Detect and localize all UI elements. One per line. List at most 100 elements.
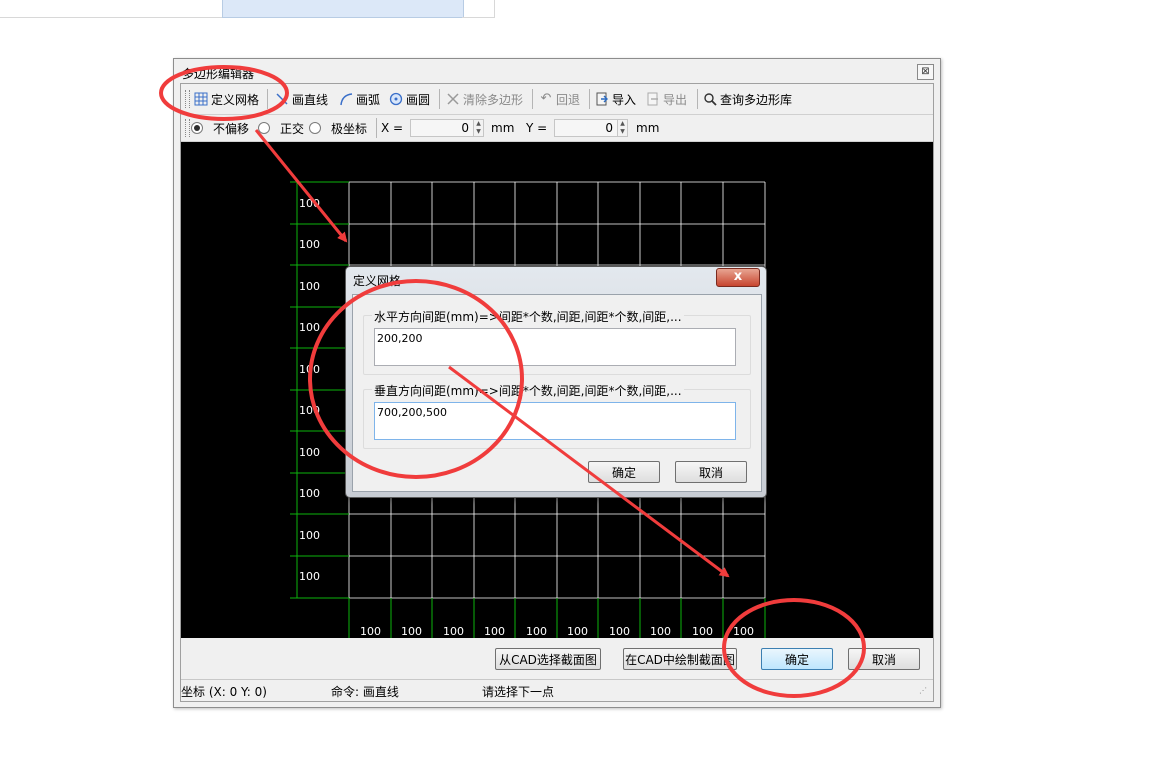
arc-icon: [339, 92, 353, 106]
options-toolbar: 不偏移 正交 极坐标 X = 0 ▲ ▼ mm Y = 0 ▲ ▼ mm: [181, 115, 933, 142]
row-dimension-label: 100: [299, 446, 320, 459]
y-unit: mm: [636, 121, 660, 135]
column-dimension-label: 100: [567, 625, 588, 638]
background-app-cell: [0, 0, 222, 18]
row-dimension-label: 100: [299, 529, 320, 542]
dialog-body: 水平方向间距(mm)=>间距*个数,间距,间距*个数,间距,... 200,20…: [352, 294, 762, 492]
horizontal-spacing-label: 水平方向间距(mm)=>间距*个数,间距,间距*个数,间距,...: [372, 308, 684, 325]
import-button[interactable]: 导入: [595, 89, 636, 109]
window-title: 多边形编辑器: [182, 67, 255, 81]
polar-radio[interactable]: 极坐标: [309, 118, 367, 138]
dialog-ok-button[interactable]: 确定: [588, 461, 660, 483]
y-label: Y =: [526, 121, 548, 135]
column-dimension-label: 100: [733, 625, 754, 638]
vertical-spacing-label: 垂直方向间距(mm)=>间距*个数,间距,间距*个数,间距,...: [372, 382, 684, 399]
undo-button[interactable]: ↶ 回退: [539, 89, 580, 109]
export-button[interactable]: 导出: [646, 89, 687, 109]
draw-in-cad-button[interactable]: 在CAD中绘制截面图: [623, 648, 737, 670]
status-prompt: 请选择下一点: [482, 685, 555, 699]
no-offset-label: 不偏移: [213, 121, 250, 136]
row-dimension-label: 100: [299, 487, 320, 500]
toolbar-separator: [532, 89, 533, 109]
row-dimension-label: 100: [299, 570, 320, 583]
status-bar: 坐标 (X: 0 Y: 0) 命令: 画直线 请选择下一点 ⋰: [181, 679, 933, 702]
draw-line-button[interactable]: 画直线: [275, 89, 328, 109]
vertical-spacing-group: 垂直方向间距(mm)=>间距*个数,间距,间距*个数,间距,... 700,20…: [363, 382, 751, 449]
query-polygon-library-button[interactable]: 查询多边形库: [703, 89, 792, 109]
dialog-title: 定义网格: [353, 274, 402, 288]
no-offset-radio[interactable]: 不偏移: [191, 118, 249, 138]
toolbar-separator: [439, 89, 440, 109]
column-dimension-label: 100: [650, 625, 671, 638]
toolbar-separator: [589, 89, 590, 109]
orthogonal-label: 正交: [280, 121, 305, 136]
orthogonal-radio[interactable]: 正交: [258, 118, 304, 138]
circle-icon: [389, 92, 403, 106]
import-icon: [595, 92, 609, 106]
row-dimension-label: 100: [299, 238, 320, 251]
define-grid-label: 定义网格: [211, 92, 260, 107]
toolbar-grip[interactable]: [185, 119, 190, 137]
column-dimension-label: 100: [360, 625, 381, 638]
x-spin-buttons[interactable]: ▲ ▼: [473, 119, 484, 137]
horizontal-spacing-group: 水平方向间距(mm)=>间距*个数,间距,间距*个数,间距,... 200,20…: [363, 308, 751, 375]
y-spin-buttons[interactable]: ▲ ▼: [617, 119, 628, 137]
ok-button[interactable]: 确定: [761, 648, 833, 670]
toolbar-separator: [376, 118, 377, 138]
row-dimension-label: 100: [299, 321, 320, 334]
column-dimension-label: 100: [401, 625, 422, 638]
select-from-cad-button[interactable]: 从CAD选择截面图: [495, 648, 601, 670]
close-icon[interactable]: ⊠: [917, 64, 934, 80]
clear-polygon-label: 清除多边形: [463, 92, 524, 107]
column-dimension-label: 100: [443, 625, 464, 638]
background-app-selected-cell: [222, 0, 464, 18]
draw-arc-button[interactable]: 画弧: [339, 89, 380, 109]
line-icon: [275, 92, 289, 106]
query-polygon-library-label: 查询多边形库: [720, 92, 793, 107]
dialog-close-icon[interactable]: x: [716, 268, 760, 287]
magnifier-icon: [703, 92, 717, 106]
draw-circle-label: 画圆: [406, 92, 431, 107]
undo-icon: ↶: [540, 91, 552, 106]
bottom-button-bar: 从CAD选择截面图 在CAD中绘制截面图 确定 取消: [181, 639, 933, 677]
status-command: 命令: 画直线: [331, 685, 399, 699]
column-dimension-label: 100: [484, 625, 505, 638]
resize-grip-icon[interactable]: ⋰: [919, 686, 927, 695]
y-input[interactable]: 0: [554, 119, 626, 137]
x-input[interactable]: 0: [410, 119, 482, 137]
x-label: X =: [381, 121, 404, 135]
clear-x-icon: [446, 92, 460, 106]
draw-circle-button[interactable]: 画圆: [389, 89, 430, 109]
radio-unselected-icon: [309, 122, 321, 134]
row-dimension-label: 100: [299, 404, 320, 417]
x-unit: mm: [491, 121, 515, 135]
cancel-button[interactable]: 取消: [848, 648, 920, 670]
draw-arc-label: 画弧: [356, 92, 381, 107]
toolbar-separator: [267, 89, 268, 109]
clear-polygon-button[interactable]: 清除多边形: [446, 89, 523, 109]
undo-label: 回退: [556, 92, 581, 107]
row-dimension-label: 100: [299, 197, 320, 210]
export-label: 导出: [663, 92, 688, 107]
status-coordinates: 坐标 (X: 0 Y: 0): [181, 685, 267, 699]
define-grid-button[interactable]: 定义网格: [194, 89, 259, 109]
grid-icon: [194, 92, 208, 106]
radio-selected-icon: [191, 122, 203, 134]
row-dimension-label: 100: [299, 363, 320, 376]
export-icon: [646, 92, 660, 106]
column-dimension-label: 100: [609, 625, 630, 638]
background-app-cell: [462, 0, 495, 18]
main-toolbar: 定义网格 画直线 画弧 画圆 清除多边形 ↶ 回退 导入 导出 查询多边形库: [181, 84, 933, 115]
row-dimension-label: 100: [299, 280, 320, 293]
define-grid-dialog: 定义网格 x 水平方向间距(mm)=>间距*个数,间距,间距*个数,间距,...…: [345, 266, 767, 498]
toolbar-grip[interactable]: [185, 90, 190, 108]
import-label: 导入: [612, 92, 637, 107]
column-dimension-label: 100: [692, 625, 713, 638]
horizontal-spacing-input[interactable]: 200,200: [374, 328, 736, 366]
draw-line-label: 画直线: [292, 92, 329, 107]
polar-label: 极坐标: [331, 121, 368, 136]
dialog-cancel-button[interactable]: 取消: [675, 461, 747, 483]
toolbar-separator: [697, 89, 698, 109]
vertical-spacing-input[interactable]: 700,200,500: [374, 402, 736, 440]
column-dimension-label: 100: [526, 625, 547, 638]
